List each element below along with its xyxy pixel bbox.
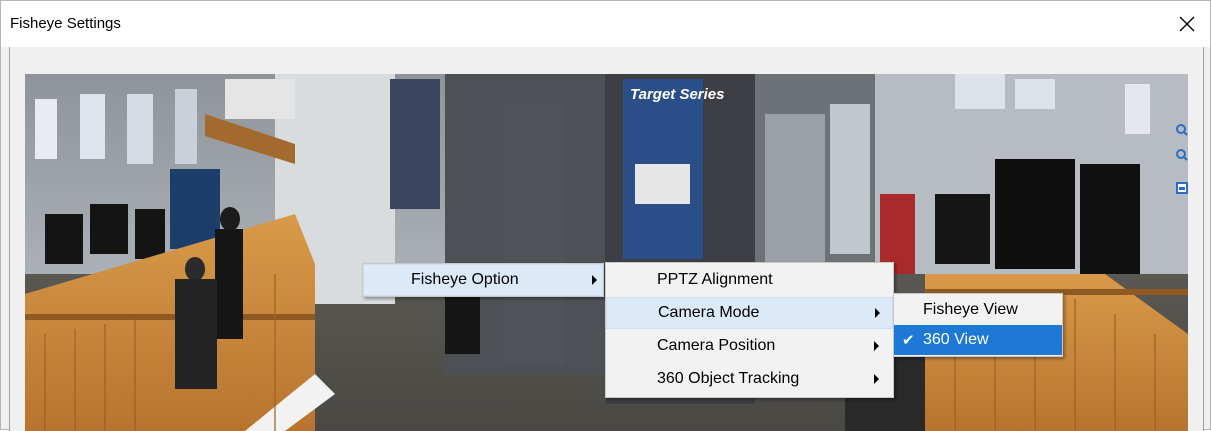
menu-item-360-view[interactable]: ✔ 360 View [894,325,1062,355]
menu-item-label: 360 Object Tracking [657,370,800,387]
menu-item-label: 360 View [923,331,989,348]
menu-item-label: Fisheye View [923,301,1018,318]
menu-item-label: Camera Mode [658,304,760,321]
menu-item-camera-position[interactable]: Camera Position [606,330,893,362]
menu-item-360-object-tracking[interactable]: 360 Object Tracking [606,363,893,395]
submenu-arrow-icon [592,275,597,285]
menu-item-pptz-alignment[interactable]: PPTZ Alignment [606,264,893,296]
submenu-arrow-icon [874,341,879,351]
submenu-arrow-icon [874,374,879,384]
close-button[interactable] [1172,9,1202,39]
close-icon [1179,16,1195,32]
menu-item-camera-mode[interactable]: Camera Mode [606,297,893,329]
window-title: Fisheye Settings [10,15,121,32]
zoom-in-icon[interactable] [1176,124,1188,136]
menu-item-fisheye-view[interactable]: Fisheye View [894,295,1062,325]
zoom-out-icon[interactable] [1176,149,1188,161]
title-bar: Fisheye Settings [1,1,1210,47]
menu-item-label: Fisheye Option [411,271,519,288]
menu-item-label: Camera Position [657,337,776,354]
fisheye-settings-window: Fisheye Settings Target Series Fisheye O… [0,0,1211,431]
menu-item-label: PPTZ Alignment [657,271,773,288]
menu-item-fisheye-option[interactable]: Fisheye Option [363,264,603,296]
submenu-arrow-icon [875,308,880,318]
poster-text: Target Series [630,86,725,103]
camera-mode-submenu: Fisheye View ✔ 360 View [893,293,1063,357]
fit-screen-icon[interactable] [1176,182,1188,194]
context-menu: Fisheye Option [362,263,604,297]
checkmark-icon: ✔ [902,332,915,349]
fisheye-option-submenu: PPTZ Alignment Camera Mode Camera Positi… [605,262,894,398]
